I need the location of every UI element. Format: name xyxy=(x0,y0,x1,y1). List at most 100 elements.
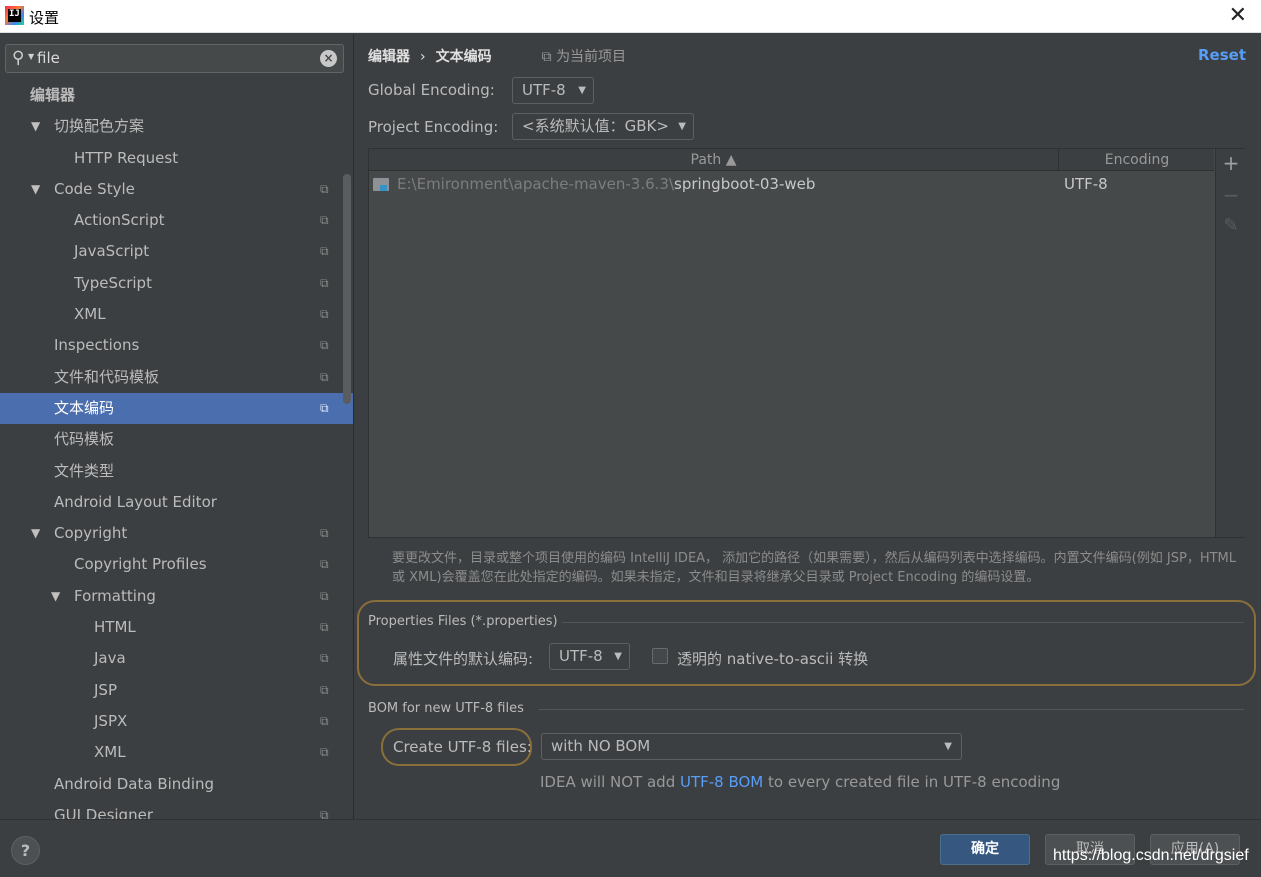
project-copy-icon: ⧉ xyxy=(320,400,329,415)
properties-encoding-value: UTF-8 xyxy=(559,647,603,665)
chevron-down-icon: ▼ xyxy=(614,651,622,662)
breadcrumb-separator: › xyxy=(420,49,426,65)
project-copy-icon: ⧉ xyxy=(320,807,329,819)
tree-item-label: GUI Designer xyxy=(54,805,153,819)
project-copy-icon: ⧉ xyxy=(541,49,557,65)
tree-item-editor[interactable]: 编辑器 xyxy=(0,80,353,111)
window-title: 设置 xyxy=(29,9,60,27)
properties-default-encoding-label: 属性文件的默认编码: xyxy=(393,650,534,668)
tree-item-file-encodings[interactable]: 文本编码 ⧉ xyxy=(0,392,353,425)
project-copy-icon: ⧉ xyxy=(320,275,329,290)
path-name: springboot-03-web xyxy=(674,175,816,193)
expand-arrow-icon[interactable]: ▼ xyxy=(51,581,60,612)
tree-item-copyright[interactable]: ▼ Copyright ⧉ xyxy=(0,518,353,549)
properties-highlight xyxy=(357,600,1256,686)
reset-link[interactable]: Reset xyxy=(1198,46,1246,64)
tree-item-label: Android Data Binding xyxy=(54,774,215,793)
sidebar-scrollbar[interactable] xyxy=(343,174,351,404)
tree-item-label: Java xyxy=(94,649,126,668)
native-to-ascii-checkbox[interactable] xyxy=(652,648,668,664)
remove-icon[interactable]: − xyxy=(1216,183,1246,207)
project-encoding-value: <系统默认值：GBK> xyxy=(522,117,669,135)
project-copy-icon: ⧉ xyxy=(320,745,329,760)
project-copy-icon: ⧉ xyxy=(320,526,329,541)
tree-item-file-types[interactable]: 文件类型 xyxy=(0,456,353,487)
search-value[interactable]: file xyxy=(37,49,60,67)
settings-tree: 编辑器 ▼ 切换配色方案 HTTP Request ▼ Code Style ⧉… xyxy=(0,80,353,819)
path-encoding-table: Path ▲ Encoding E:\Emironment\apache-mav… xyxy=(368,148,1245,538)
tree-item-code-style[interactable]: ▼ Code Style ⧉ xyxy=(0,174,353,205)
tree-item-formatting-jspx[interactable]: JSPX ⧉ xyxy=(0,706,353,737)
tree-item-label: 代码模板 xyxy=(54,430,115,449)
tree-item-typescript[interactable]: TypeScript ⧉ xyxy=(0,268,353,299)
tree-item-xml-code-style[interactable]: XML ⧉ xyxy=(0,299,353,330)
create-utf8-value: with NO BOM xyxy=(551,737,651,755)
tree-item-formatting-html[interactable]: HTML ⧉ xyxy=(0,612,353,643)
project-encoding-select[interactable]: <系统默认值：GBK> ▼ xyxy=(512,113,694,140)
close-icon[interactable]: ✕ xyxy=(1229,3,1247,28)
chevron-down-icon[interactable]: ▼ xyxy=(28,52,34,61)
breadcrumb: 编辑器 › 文本编码 ⧉ 为当前项目 xyxy=(368,46,626,66)
create-utf8-select[interactable]: with NO BOM ▼ xyxy=(541,733,962,760)
search-input[interactable]: ⚲ ▼ file × xyxy=(5,44,344,73)
column-header-path[interactable]: Path ▲ xyxy=(369,149,1059,171)
expand-arrow-icon[interactable]: ▼ xyxy=(31,111,40,142)
project-copy-icon: ⧉ xyxy=(320,651,329,666)
tree-item-inspections[interactable]: Inspections ⧉ xyxy=(0,330,353,361)
tree-item-formatting-jsp[interactable]: JSP ⧉ xyxy=(0,675,353,706)
tree-item-http-request[interactable]: HTTP Request xyxy=(0,143,353,174)
chevron-down-icon: ▼ xyxy=(578,85,586,96)
tree-item-android-data-binding[interactable]: Android Data Binding xyxy=(0,769,353,800)
tree-item-android-layout-editor[interactable]: Android Layout Editor xyxy=(0,487,353,518)
tree-item-gui-designer[interactable]: GUI Designer ⧉ xyxy=(0,800,353,819)
tree-item-actionscript[interactable]: ActionScript ⧉ xyxy=(0,205,353,236)
title-bar: IJ 设置 ✕ xyxy=(0,0,1261,33)
tree-item-copyright-profiles[interactable]: Copyright Profiles ⧉ xyxy=(0,549,353,580)
project-copy-icon: ⧉ xyxy=(320,713,329,728)
watermark: https://blog.csdn.net/drgsief xyxy=(1053,847,1249,864)
tree-item-formatting[interactable]: ▼ Formatting ⧉ xyxy=(0,581,353,612)
clear-search-icon[interactable]: × xyxy=(320,50,337,67)
module-folder-icon xyxy=(373,178,389,191)
edit-icon[interactable]: ✎ xyxy=(1216,215,1246,236)
expand-arrow-icon[interactable]: ▼ xyxy=(31,174,40,205)
tree-item-label: Code Style xyxy=(54,179,135,198)
intellij-idea-icon: IJ xyxy=(5,6,24,25)
native-to-ascii-label[interactable]: 透明的 native-to-ascii 转换 xyxy=(677,648,868,669)
bom-info-prefix: IDEA will NOT add xyxy=(540,773,680,791)
global-encoding-value: UTF-8 xyxy=(522,81,566,99)
path-cell: E:\Emironment\apache-maven-3.6.3\springb… xyxy=(397,173,815,195)
project-copy-icon: ⧉ xyxy=(320,369,329,384)
tree-item-file-templates[interactable]: 文件和代码模板 ⧉ xyxy=(0,362,353,393)
breadcrumb-current: 文本编码 xyxy=(435,49,492,65)
properties-encoding-select[interactable]: UTF-8 ▼ xyxy=(549,643,630,670)
table-row[interactable]: E:\Emironment\apache-maven-3.6.3\springb… xyxy=(369,173,1214,195)
tree-item-label: Inspections xyxy=(54,336,140,355)
tree-item-label: Copyright xyxy=(54,524,128,543)
tree-item-javascript[interactable]: JavaScript ⧉ xyxy=(0,236,353,267)
add-icon[interactable]: + xyxy=(1216,151,1246,175)
help-button[interactable]: ? xyxy=(11,836,40,865)
tree-item-label: XML xyxy=(94,743,126,762)
tree-item-label: 切换配色方案 xyxy=(54,117,145,136)
tree-item-formatting-java[interactable]: Java ⧉ xyxy=(0,643,353,674)
search-icon: ⚲ xyxy=(12,48,25,68)
project-copy-icon: ⧉ xyxy=(320,588,329,603)
tree-item-label: 文件和代码模板 xyxy=(54,367,160,386)
tree-item-live-templates[interactable]: 代码模板 xyxy=(0,424,353,455)
column-header-encoding[interactable]: Encoding xyxy=(1060,149,1214,171)
encoding-cell[interactable]: UTF-8 xyxy=(1064,173,1108,195)
bom-info-text: IDEA will NOT add UTF-8 BOM to every cre… xyxy=(540,773,1060,791)
utf8-bom-link[interactable]: UTF-8 BOM xyxy=(680,773,763,791)
ok-button[interactable]: 确定 xyxy=(940,834,1030,865)
project-copy-icon: ⧉ xyxy=(320,213,329,228)
chevron-down-icon: ▼ xyxy=(678,121,686,132)
tree-item-formatting-xml[interactable]: XML ⧉ xyxy=(0,737,353,768)
tree-item-label: HTTP Request xyxy=(74,148,179,167)
tree-item-color-scheme[interactable]: ▼ 切换配色方案 xyxy=(0,111,353,142)
project-copy-icon: ⧉ xyxy=(320,557,329,572)
create-utf8-label: Create UTF-8 files: xyxy=(393,738,532,756)
global-encoding-select[interactable]: UTF-8 ▼ xyxy=(512,77,594,104)
expand-arrow-icon[interactable]: ▼ xyxy=(31,518,40,549)
properties-section-divider xyxy=(562,622,1244,623)
